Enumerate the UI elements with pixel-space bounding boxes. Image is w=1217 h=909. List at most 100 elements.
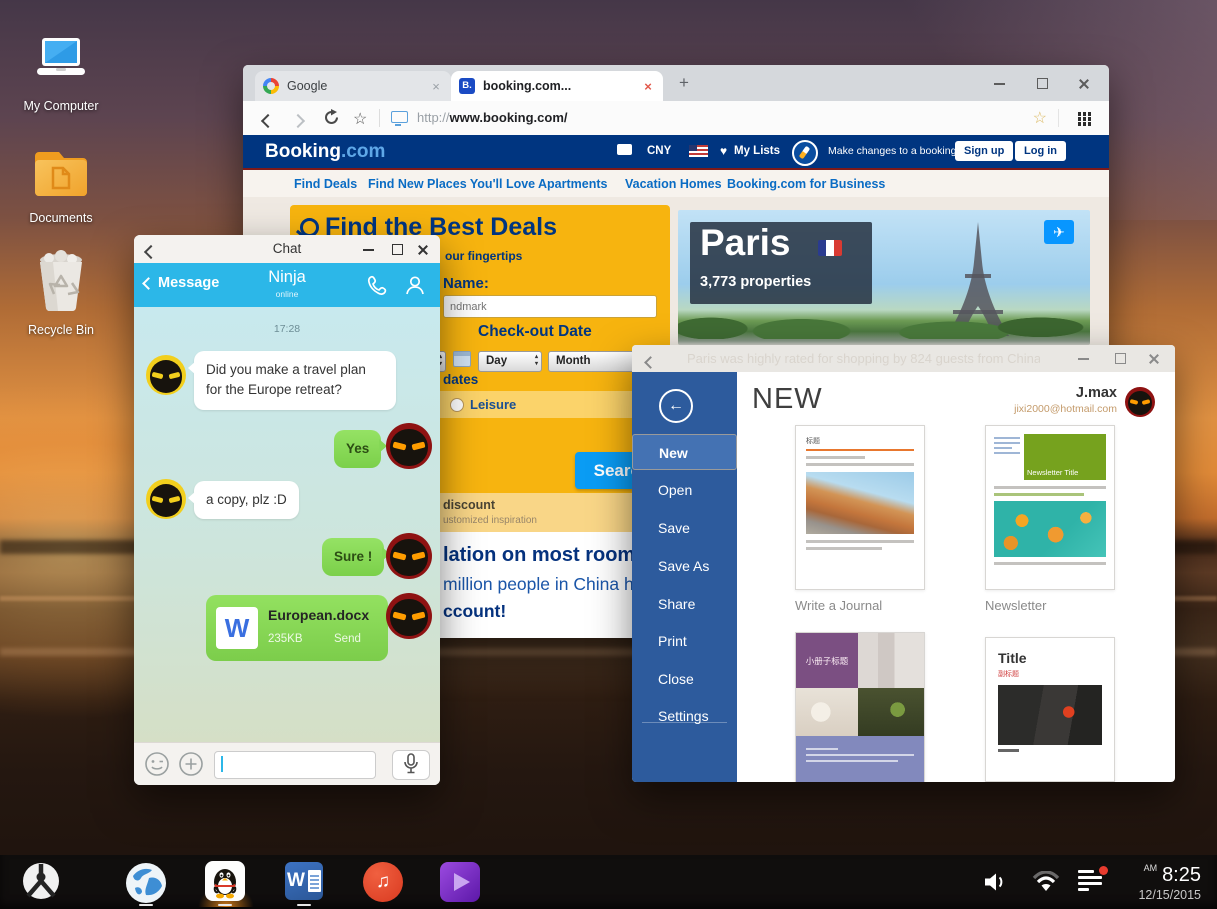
chat-window: Chat Message Ninja online 17:28 Did you …: [134, 235, 440, 785]
maximize-button[interactable]: [1107, 345, 1133, 371]
minimize-button[interactable]: [356, 236, 382, 262]
leisure-radio[interactable]: [450, 398, 464, 412]
log-in-button[interactable]: Log in: [1015, 141, 1066, 161]
voice-message-button[interactable]: [392, 750, 430, 780]
desktop-icon-my-computer[interactable]: My Computer: [6, 36, 116, 113]
nav-new-places[interactable]: Find New Places You'll Love: [368, 177, 535, 191]
volume-icon[interactable]: [983, 871, 1009, 898]
my-lists-link[interactable]: My Lists: [734, 145, 780, 157]
chat-bubble-icon[interactable]: [617, 144, 632, 155]
notifications-icon[interactable]: [1078, 866, 1108, 891]
call-icon[interactable]: [366, 274, 388, 301]
template-brochure[interactable]: 小册子标题: [795, 632, 925, 782]
browser-window-controls: [987, 70, 1097, 96]
destination-input[interactable]: [443, 295, 657, 318]
template-title-doc[interactable]: Title 副标题: [985, 637, 1115, 782]
tab-booking-active[interactable]: B. booking.com... ×: [451, 71, 663, 101]
user-avatar[interactable]: [1125, 387, 1155, 417]
flights-button[interactable]: ✈: [1044, 220, 1074, 244]
music-taskbar-icon[interactable]: ♫: [363, 862, 403, 902]
launcher-icon[interactable]: [22, 862, 60, 905]
divider: [379, 109, 380, 127]
back-icon[interactable]: [260, 113, 276, 131]
maximize-button[interactable]: [384, 236, 410, 262]
menu-open[interactable]: Open: [632, 472, 737, 508]
reload-icon[interactable]: [323, 109, 340, 131]
template-title: Title: [998, 650, 1027, 666]
add-attachment-icon[interactable]: [178, 751, 204, 782]
menu-new[interactable]: New: [632, 434, 737, 470]
paris-overlay-box: Paris 3,773 properties: [690, 222, 872, 304]
menu-close[interactable]: Close: [632, 661, 737, 697]
tab-close-icon[interactable]: ×: [641, 79, 655, 94]
maximize-button[interactable]: [1029, 70, 1055, 96]
self-avatar[interactable]: [386, 533, 432, 579]
menu-print[interactable]: Print: [632, 623, 737, 659]
compass-icon[interactable]: [792, 140, 818, 166]
menu-share[interactable]: Share: [632, 586, 737, 622]
qq-taskbar-icon[interactable]: [205, 861, 245, 906]
word-taskbar-icon[interactable]: W: [285, 862, 323, 900]
file-name: European.docx: [268, 607, 370, 623]
text-caret: [221, 756, 223, 772]
calendar-icon[interactable]: [453, 351, 471, 367]
menu-save[interactable]: Save: [632, 510, 737, 546]
booking-logo[interactable]: Booking.com: [265, 141, 385, 163]
google-favicon: [263, 78, 279, 94]
emoji-icon[interactable]: [144, 751, 170, 782]
nav-find-deals[interactable]: Find Deals: [294, 177, 357, 191]
desktop-icon-label: My Computer: [23, 99, 99, 113]
currency-selector[interactable]: CNY: [647, 145, 671, 157]
paris-banner[interactable]: Paris 3,773 properties ✈: [678, 210, 1090, 345]
favorite-star-icon[interactable]: ☆: [1033, 108, 1047, 128]
apps-grid-icon[interactable]: [1077, 112, 1081, 116]
contact-profile-icon[interactable]: [404, 274, 426, 301]
menu-settings[interactable]: Settings: [632, 698, 737, 734]
close-button[interactable]: [1141, 345, 1167, 371]
back-circle-icon[interactable]: ←: [659, 389, 693, 423]
nav-vacation-homes[interactable]: Vacation Homes: [625, 177, 722, 191]
contact-status: online: [275, 289, 299, 299]
close-button[interactable]: [1071, 70, 1097, 96]
minimize-button[interactable]: [1071, 345, 1097, 371]
titlebar-watermark-text: Paris was highly rated for shopping by 8…: [687, 351, 1040, 366]
template-journal[interactable]: 标题: [795, 425, 925, 590]
folder-icon: [35, 152, 87, 196]
word-title-bar[interactable]: Paris was highly rated for shopping by 8…: [632, 345, 1175, 372]
make-changes-link[interactable]: Make changes to a booking: [828, 145, 956, 157]
video-taskbar-icon[interactable]: [440, 862, 480, 902]
bookmark-star-icon[interactable]: ☆: [353, 109, 367, 129]
file-attachment-message[interactable]: W European.docx 235KB Send: [206, 595, 394, 661]
close-button[interactable]: [410, 236, 436, 262]
desktop-icon-documents[interactable]: Documents: [6, 144, 116, 225]
back-icon[interactable]: [644, 354, 657, 372]
desktop-icon-recycle-bin[interactable]: Recycle Bin: [6, 250, 116, 337]
forward-icon[interactable]: [290, 113, 306, 131]
browser-taskbar-icon[interactable]: [125, 862, 167, 909]
tab-google[interactable]: Google ×: [255, 71, 451, 101]
incoming-message: a copy, plz :D: [188, 481, 299, 520]
file-send-status: Send: [334, 633, 361, 645]
self-avatar[interactable]: [386, 593, 432, 639]
chat-title-bar[interactable]: Chat: [134, 235, 440, 263]
nav-apartments[interactable]: Apartments: [538, 177, 607, 191]
nav-business[interactable]: Booking.com for Business: [727, 177, 885, 191]
template-newsletter[interactable]: Newsletter Title: [985, 425, 1115, 590]
day-select[interactable]: Day ▴ ▾: [478, 351, 542, 372]
contact-avatar[interactable]: [146, 479, 186, 519]
clock[interactable]: AM 8:25 12/15/2015: [1138, 863, 1201, 902]
new-tab-button[interactable]: +: [679, 73, 689, 93]
url-text[interactable]: http://www.booking.com/: [417, 110, 568, 125]
sign-up-button[interactable]: Sign up: [955, 141, 1014, 161]
contact-avatar[interactable]: [146, 355, 186, 395]
booking-header: Booking.com CNY ♥ My Lists Make changes …: [243, 135, 1109, 168]
wifi-icon[interactable]: [1032, 870, 1060, 897]
message-input[interactable]: [214, 751, 376, 779]
minimize-button[interactable]: [987, 70, 1013, 96]
template-label: Newsletter: [985, 598, 1047, 613]
menu-save-as[interactable]: Save As: [632, 548, 737, 584]
self-avatar[interactable]: [386, 423, 432, 469]
browser-tab-bar[interactable]: Google × B. booking.com... × +: [243, 65, 1109, 101]
language-flag-icon[interactable]: [689, 145, 708, 157]
tab-close-icon[interactable]: ×: [429, 79, 443, 94]
